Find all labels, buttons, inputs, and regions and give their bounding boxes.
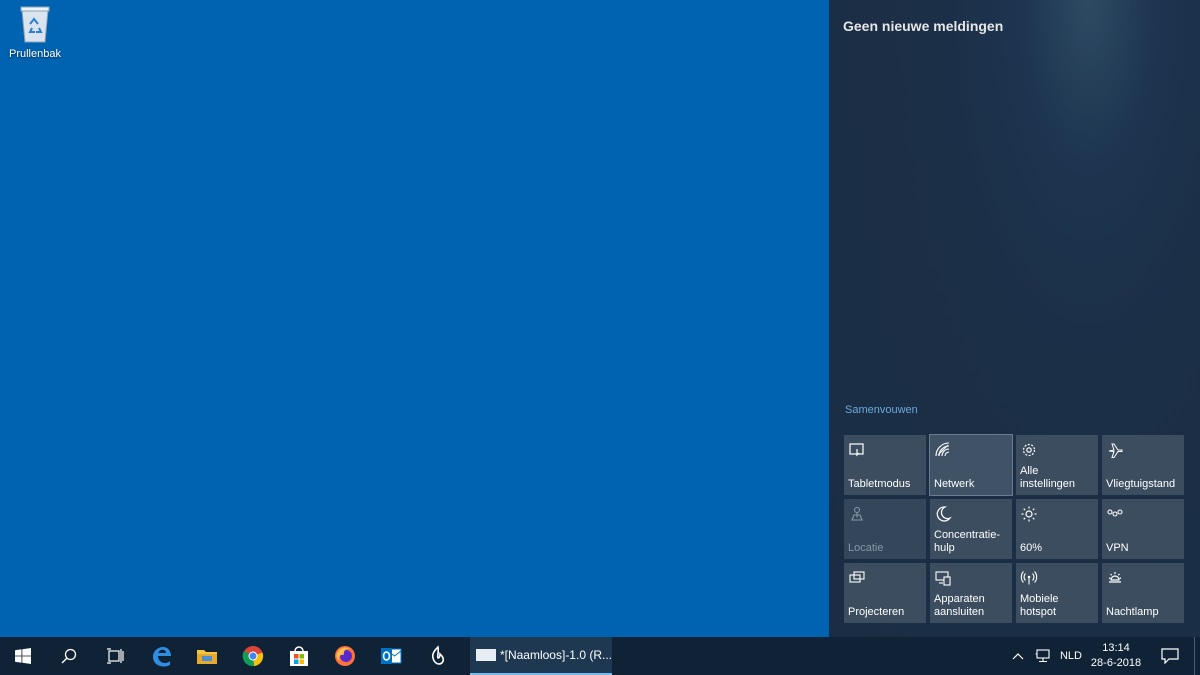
file-explorer-button[interactable] [184, 637, 230, 675]
desktop: Prullenbak [0, 0, 829, 637]
store-button[interactable] [276, 637, 322, 675]
action-center: Geen nieuwe meldingen Samenvouwen Tablet… [829, 0, 1200, 637]
recycle-bin-shortcut[interactable]: Prullenbak [4, 4, 66, 60]
taskbar: *[Naamloos]-1.0 (R... NLD 13:14 28-6-201… [0, 637, 1200, 675]
show-hidden-icons-button[interactable] [1006, 637, 1030, 675]
action-center-button[interactable] [1146, 637, 1194, 675]
folder-icon [197, 650, 217, 664]
gear-icon [1022, 443, 1036, 457]
notification-icon [1161, 648, 1179, 664]
project-icon [849, 571, 865, 583]
tile-label: Apparaten aansluiten [934, 593, 985, 618]
tile-label: Projecteren [848, 606, 905, 618]
tile-all-settings[interactable]: Alle instellingen [1016, 435, 1098, 495]
task-view-icon [107, 648, 124, 664]
outlook-icon [381, 648, 402, 664]
tile-brightness[interactable]: 60% [1016, 499, 1098, 559]
vpn-icon [1107, 509, 1123, 517]
tile-label: VPN [1106, 542, 1129, 554]
tile-airplane-mode[interactable]: Vliegtuigstand [1102, 435, 1184, 495]
tile-vpn[interactable]: VPN [1102, 499, 1184, 559]
task-view-button[interactable] [92, 637, 138, 675]
hotspot-icon [1020, 571, 1038, 585]
tile-label: Nachtlamp [1106, 606, 1159, 618]
tile-label: Netwerk [934, 478, 975, 490]
tile-label: Mobiele hotspot [1020, 593, 1059, 618]
app-thumbnail-icon [476, 649, 496, 661]
network-icon [935, 442, 950, 457]
quick-actions-grid: Tabletmodus Netwerk Alle instellingen Vl… [844, 434, 1184, 623]
store-icon [290, 646, 308, 666]
night-light-icon [1108, 572, 1122, 583]
ethernet-icon [1035, 649, 1050, 663]
tile-label: Locatie [848, 542, 884, 554]
clock-time: 13:14 [1102, 642, 1130, 654]
windows-logo-icon [15, 648, 31, 664]
language-indicator[interactable]: NLD [1056, 637, 1086, 675]
tile-tablet-mode[interactable]: Tabletmodus [844, 435, 926, 495]
tile-night-light[interactable]: Nachtlamp [1102, 563, 1184, 623]
moon-icon [936, 506, 952, 522]
running-app-title: *[Naamloos]-1.0 (R... [499, 648, 612, 662]
tile-label: Concentratie-hulp [934, 529, 1001, 554]
connect-devices-icon [935, 571, 951, 586]
chrome-icon [242, 646, 264, 667]
search-icon [61, 648, 77, 664]
tile-label: Tabletmodus [848, 478, 911, 490]
brightness-icon [1021, 506, 1037, 522]
tile-label: Vliegtuigstand [1106, 478, 1176, 490]
airplane-icon [1108, 443, 1123, 458]
show-desktop-button[interactable] [1194, 637, 1200, 675]
firefox-button[interactable] [322, 637, 368, 675]
tile-label: Alle instellingen [1020, 465, 1076, 490]
system-tray: NLD 13:14 28-6-2018 [1006, 637, 1200, 675]
edge-button[interactable] [138, 637, 184, 675]
firefox-icon [335, 646, 355, 666]
clock-date: 28-6-2018 [1090, 657, 1142, 669]
taskbar-running-app[interactable]: *[Naamloos]-1.0 (R... [470, 637, 612, 675]
chevron-up-icon [1012, 653, 1024, 660]
clock[interactable]: 13:14 28-6-2018 [1086, 637, 1146, 675]
location-icon [851, 506, 863, 521]
tile-project[interactable]: Projecteren [844, 563, 926, 623]
network-tray-button[interactable] [1030, 637, 1056, 675]
edge-icon [153, 647, 171, 667]
recycle-bin-icon [20, 6, 50, 43]
chrome-button[interactable] [230, 637, 276, 675]
start-button[interactable] [0, 637, 46, 675]
collapse-link[interactable]: Samenvouwen [845, 404, 918, 416]
tile-label: 60% [1020, 542, 1043, 554]
tablet-mode-icon [849, 443, 864, 457]
tile-focus-assist[interactable]: Concentratie-hulp [930, 499, 1012, 559]
notifications-title: Geen nieuwe meldingen [843, 18, 1004, 34]
recycle-bin-label: Prullenbak [9, 48, 61, 60]
flame-app-icon [431, 645, 445, 665]
tile-mobile-hotspot[interactable]: Mobiele hotspot [1016, 563, 1098, 623]
search-button[interactable] [46, 637, 92, 675]
tile-network[interactable]: Netwerk [929, 434, 1013, 496]
outlook-button[interactable] [368, 637, 414, 675]
tile-connect-devices[interactable]: Apparaten aansluiten [930, 563, 1012, 623]
tile-location[interactable]: Locatie [844, 499, 926, 559]
app-launcher-button[interactable] [414, 637, 460, 675]
